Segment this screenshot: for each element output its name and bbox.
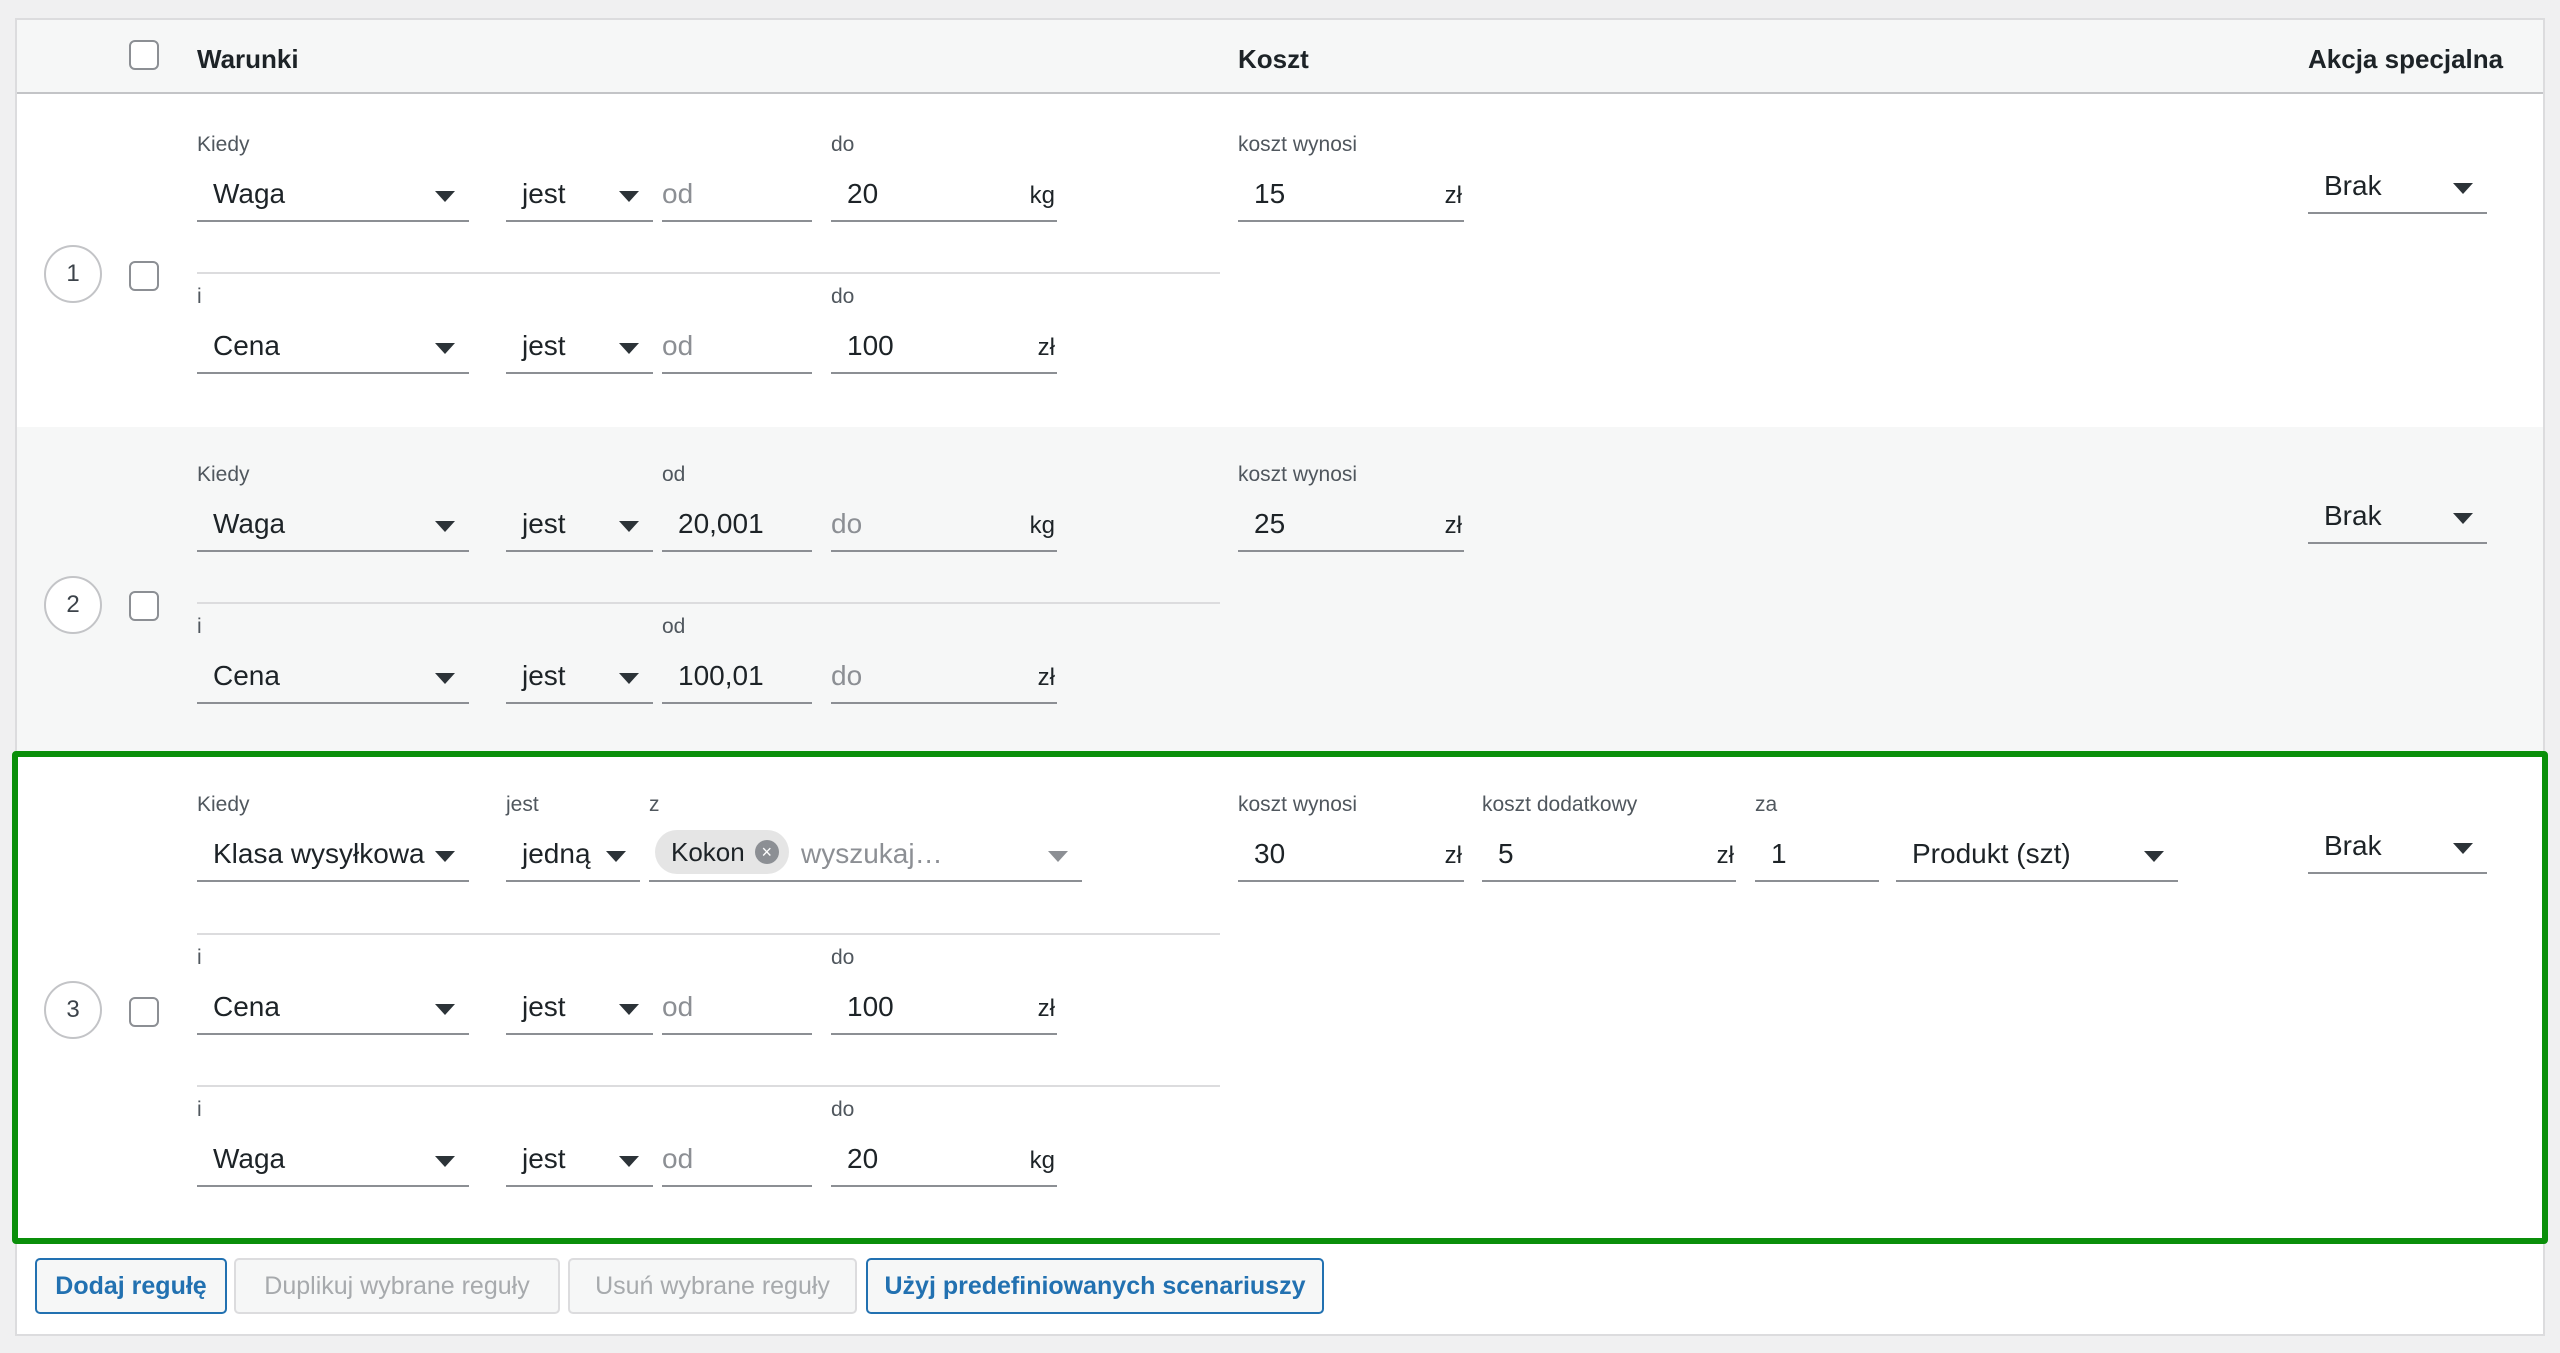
to-label: do: [831, 285, 855, 308]
to-input[interactable]: 20 kg: [831, 168, 1057, 222]
header-conditions: Warunki: [197, 44, 299, 74]
condition-divider: [197, 272, 1220, 274]
header-cost: Koszt: [1238, 44, 1309, 74]
chevron-down-icon: [619, 673, 639, 684]
unit-label: zł: [1037, 334, 1055, 361]
chevron-down-icon: [435, 191, 455, 202]
to-input[interactable]: do kg: [831, 498, 1057, 552]
chevron-down-icon: [619, 343, 639, 354]
operator-select[interactable]: jest: [506, 650, 653, 704]
use-predefined-scenarios-button[interactable]: Użyj predefiniowanych scenariuszy: [866, 1258, 1324, 1314]
chevron-down-icon: [2453, 183, 2473, 194]
operator-select[interactable]: jest: [506, 320, 653, 374]
row-2-checkbox[interactable]: [129, 591, 159, 621]
operator-select[interactable]: jest: [506, 498, 653, 552]
condition-divider: [197, 602, 1220, 604]
from-input[interactable]: 20,001: [662, 498, 812, 552]
condition-label: i: [197, 615, 202, 638]
add-rule-button[interactable]: Dodaj regułę: [35, 1258, 227, 1314]
duplicate-selected-button[interactable]: Duplikuj wybrane reguły: [234, 1258, 560, 1314]
condition-label: i: [197, 285, 202, 308]
condition-field-select[interactable]: Waga: [197, 168, 469, 222]
unit-label: zł: [1444, 182, 1462, 209]
condition-label: Kiedy: [197, 463, 250, 486]
cost-label: koszt wynosi: [1238, 133, 1358, 156]
chevron-down-icon: [619, 191, 639, 202]
to-input[interactable]: 100 zł: [831, 320, 1057, 374]
row-1-checkbox[interactable]: [129, 261, 159, 291]
to-input[interactable]: do zł: [831, 650, 1057, 704]
from-input[interactable]: 100,01: [662, 650, 812, 704]
operator-select[interactable]: jest: [506, 168, 653, 222]
chevron-down-icon: [2453, 513, 2473, 524]
cost-label: koszt wynosi: [1238, 463, 1358, 486]
chevron-down-icon: [619, 521, 639, 532]
condition-label: Kiedy: [197, 133, 250, 156]
chevron-down-icon: [435, 521, 455, 532]
select-all-checkbox[interactable]: [129, 40, 159, 70]
chevron-down-icon: [435, 673, 455, 684]
special-action-select[interactable]: Brak: [2308, 490, 2487, 544]
unit-label: kg: [1029, 182, 1055, 209]
from-input[interactable]: od: [662, 320, 812, 374]
cost-input[interactable]: 15 zł: [1238, 168, 1464, 222]
condition-field-select[interactable]: Cena: [197, 320, 469, 374]
row-number-2: 2: [44, 576, 102, 634]
from-input[interactable]: od: [662, 168, 812, 222]
remove-selected-button[interactable]: Usuń wybrane reguły: [568, 1258, 857, 1314]
unit-label: zł: [1444, 512, 1462, 539]
unit-label: kg: [1029, 512, 1055, 539]
row-number-1: 1: [44, 245, 102, 303]
header-special-action: Akcja specjalna: [2308, 44, 2504, 74]
to-label: do: [831, 133, 855, 156]
chevron-down-icon: [435, 343, 455, 354]
condition-field-select[interactable]: Waga: [197, 498, 469, 552]
condition-field-select[interactable]: Cena: [197, 650, 469, 704]
special-action-select[interactable]: Brak: [2308, 160, 2487, 214]
from-label: od: [662, 463, 686, 486]
cost-input[interactable]: 25 zł: [1238, 498, 1464, 552]
unit-label: zł: [1037, 664, 1055, 691]
from-label: od: [662, 615, 686, 638]
highlight-frame: [12, 751, 2548, 1244]
